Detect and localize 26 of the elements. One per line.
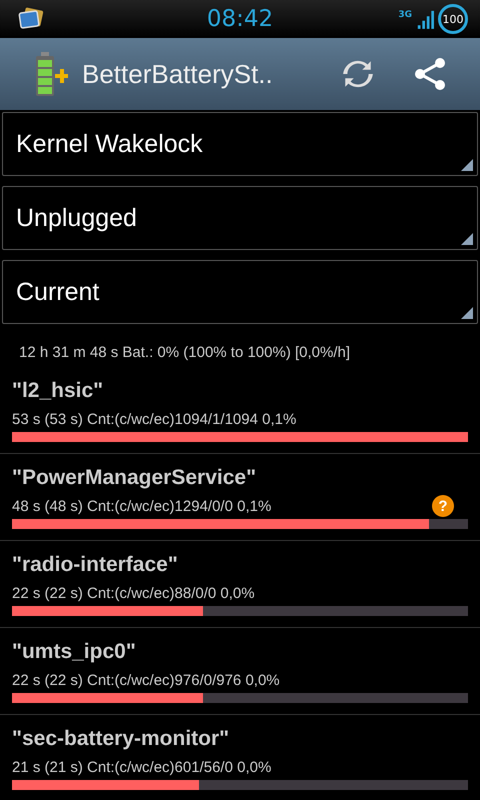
help-badge: ? (432, 495, 454, 517)
summary-text: 12 h 31 m 48 s Bat.: 0% (100% to 100%) [0,0%/h] (18, 343, 352, 361)
clock: 08:42 (206, 6, 274, 32)
wakelock-name: "l2_hsic" (12, 378, 104, 404)
dropdown[interactable]: Current (2, 260, 478, 324)
wakelock-name: "radio-interface" (12, 552, 179, 578)
wakelock-detail: 22 s (22 s) Cnt:(c/wc/ec)976/0/976 0,0% (12, 672, 280, 688)
dropdown-corner-icon (461, 233, 473, 245)
dropdown-corner-icon (461, 307, 473, 319)
wakelock-name: "sec-battery-monitor" (12, 726, 230, 752)
wakelock-detail: 21 s (21 s) Cnt:(c/wc/ec)601/56/0 0,0% (12, 758, 272, 776)
dropdown[interactable]: Unplugged (2, 186, 478, 250)
dropdown-corner-icon (461, 159, 473, 171)
network-type: 3G (398, 10, 412, 20)
app-title: BetterBatterySt.. (82, 58, 274, 90)
wakelock-name: "PowerManagerService" (12, 465, 258, 491)
wakelock-detail: 53 s (53 s) Cnt:(c/wc/ec)1094/1/1094 0,1% (12, 410, 296, 428)
signal-icon (416, 9, 434, 29)
battery-indicator: 100 (438, 4, 468, 34)
dropdown[interactable]: Kernel Wakelock (2, 112, 478, 176)
battery-icon (34, 52, 68, 96)
wakelock-name: "umts_ipc0" (12, 639, 137, 665)
gallery-icon (18, 7, 46, 31)
wakelock-detail: 22 s (22 s) Cnt:(c/wc/ec)88/0/0 0,0% (12, 584, 255, 602)
share-icon (413, 57, 447, 91)
wakelock-detail: 48 s (48 s) Cnt:(c/wc/ec)1294/0/0 0,1% (12, 498, 272, 514)
